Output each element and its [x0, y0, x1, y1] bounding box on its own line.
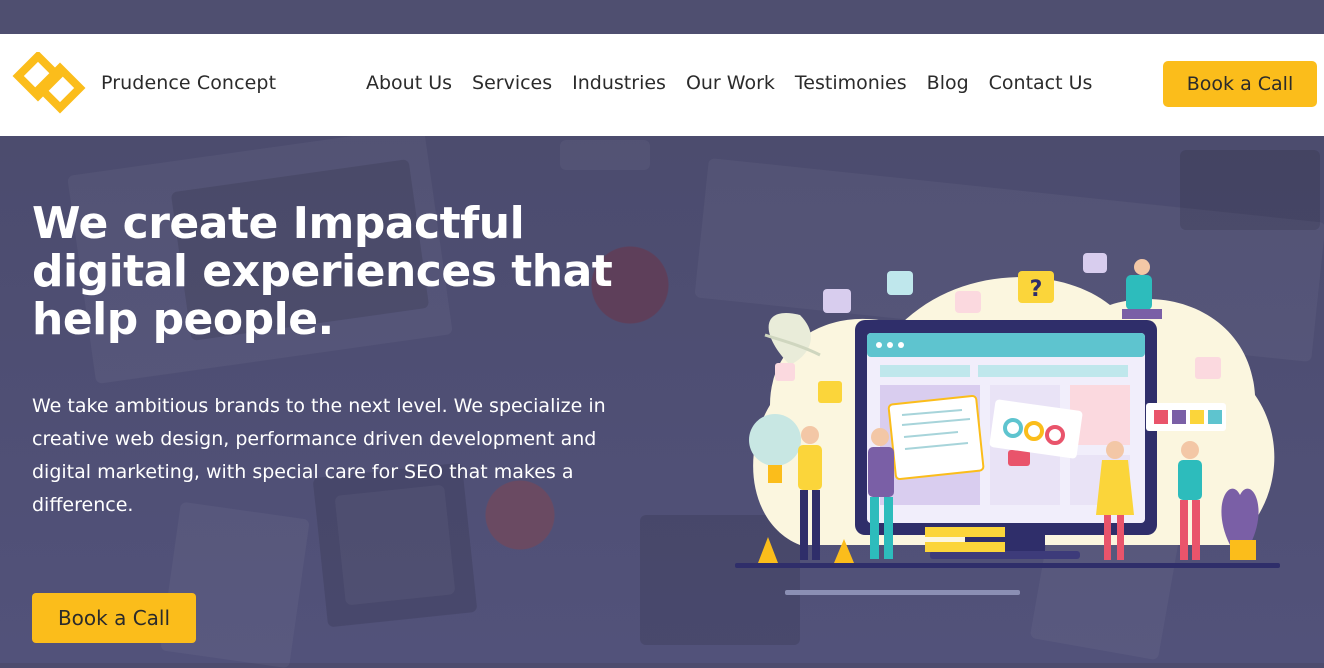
nav-our-work[interactable]: Our Work [686, 72, 775, 94]
nav-about-us[interactable]: About Us [366, 72, 452, 94]
hero-book-call-button[interactable]: Book a Call [32, 593, 196, 643]
hero-headline: We create Impactful digital experiences … [32, 198, 613, 345]
nav-industries[interactable]: Industries [572, 72, 666, 94]
hero-description: We take ambitious brands to the next lev… [32, 395, 606, 516]
nav-contact-us[interactable]: Contact Us [989, 72, 1093, 94]
nav-testimonies[interactable]: Testimonies [795, 72, 907, 94]
nav-services[interactable]: Services [472, 72, 552, 94]
web-design-team-illustration-icon: ? [735, 253, 1280, 595]
top-strip [0, 0, 1324, 34]
nav-blog[interactable]: Blog [927, 72, 969, 94]
svg-text:?: ? [1030, 277, 1043, 302]
site-header: Prudence Concept About Us Services Indus… [0, 34, 1324, 136]
header-book-call-button[interactable]: Book a Call [1163, 61, 1317, 107]
brand-name[interactable]: Prudence Concept [101, 72, 276, 94]
logo-icon[interactable] [10, 52, 94, 116]
main-nav: About Us Services Industries Our Work Te… [366, 72, 1112, 94]
